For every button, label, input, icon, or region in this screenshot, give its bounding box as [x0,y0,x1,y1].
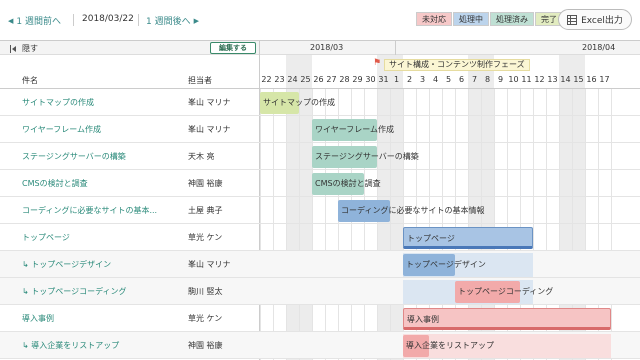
gantt-bar[interactable]: トップページデザイン [403,254,486,276]
task-link[interactable]: トップページ [22,232,70,243]
day-label: 14 [560,75,571,84]
current-date: 2018/03/22 [82,14,134,24]
day-label: 10 [508,75,519,84]
day-label: 23 [274,75,285,84]
day-label: 5 [445,75,452,84]
day-label: 4 [432,75,439,84]
gantt-header-top: 隠す 編集する 2018/03 2018/04 [0,41,640,55]
task-link[interactable]: ステージングサーバーの構築 [22,151,126,162]
task-owner: 神園 裕康 [188,179,223,188]
day-label: 16 [586,75,597,84]
divider [73,14,74,26]
day-label: 11 [521,75,532,84]
triangle-right-icon: ▶ [193,16,199,25]
day-label: 27 [326,75,337,84]
divider [395,41,396,55]
task-link[interactable]: ↳ 導入企業をリストアップ [22,340,119,351]
day-label: 25 [300,75,311,84]
task-owner: 草光 ケン [188,233,223,242]
task-owner: 神園 裕康 [188,341,223,350]
prev-week-label: 1 週間前へ [16,17,61,27]
task-owner: 草光 ケン [188,314,223,323]
task-link[interactable]: ↳ トップページデザイン [22,259,111,270]
task-link[interactable]: ワイヤーフレーム作成 [22,124,101,135]
toolbar: ◀ 1 週間前へ 2018/03/22 1 週間後へ ▶ 未対応 処理中 処理済… [0,0,640,40]
milestone-phase[interactable]: サイト構成・コンテンツ制作フェーズ [384,59,530,71]
gantt-bar[interactable]: 導入事例 [403,308,611,330]
day-label: 31 [378,75,389,84]
gantt-bar[interactable]: コーディングに必要なサイトの基本情報 [338,200,484,222]
day-label: 28 [339,75,350,84]
gantt-bar[interactable]: ステージングサーバーの構築 [312,146,419,168]
gantt-bar[interactable]: ワイヤーフレーム作成 [312,119,394,141]
gantt-bar[interactable]: トップページコーディング [455,281,553,303]
excel-export-button[interactable]: Excel出力 [558,9,632,30]
task-owner: 峯山 マリナ [188,125,231,134]
hide-columns-toggle[interactable]: 隠す [10,43,38,54]
owner-column-header: 担当者 [188,76,212,85]
triangle-left-icon: ◀ [8,16,14,25]
legend-in-progress: 処理中 [453,12,489,26]
next-week-label: 1 週間後へ [146,17,191,27]
hide-columns-label: 隠す [22,44,38,53]
task-owner: 駒川 竪太 [188,287,223,296]
gantt-bar[interactable]: サイトマップの作成 [260,92,335,114]
gantt-bar[interactable]: CMSの検討と調査 [312,173,381,195]
excel-export-label: Excel出力 [581,16,623,26]
next-week-link[interactable]: 1 週間後へ ▶ [146,14,199,28]
task-link[interactable]: ↳ トップページコーディング [22,286,127,297]
gantt-bar[interactable]: 導入企業をリストアップ [403,335,494,357]
day-label: 6 [458,75,465,84]
day-label: 30 [365,75,376,84]
day-label: 22 [261,75,272,84]
task-row: ↳ トップページデザイン 峯山 マリナ [0,251,640,278]
day-label: 7 [471,75,478,84]
gantt-header-columns: 件名 担当者 ⚑ サイト構成・コンテンツ制作フェーズ 22 23 24 25 26 27 2… [0,55,640,89]
task-link[interactable]: サイトマップの作成 [22,97,94,108]
task-row: トップページ 草光 ケン [0,224,640,251]
day-label: 26 [313,75,324,84]
day-label: 8 [484,75,491,84]
task-link[interactable]: CMSの検討と調査 [22,178,88,189]
prev-week-link[interactable]: ◀ 1 週間前へ [8,14,61,28]
task-owner: 土屋 典子 [188,206,223,215]
legend-open: 未対応 [416,12,452,26]
month-label-april: 2018/04 [582,43,616,52]
edit-button[interactable]: 編集する [210,42,256,54]
spreadsheet-icon [567,14,578,25]
divider [138,14,139,26]
day-label: 2 [406,75,413,84]
task-owner: 峯山 マリナ [188,260,231,269]
task-owner: 峯山 マリナ [188,98,231,107]
day-label: 1 [393,75,400,84]
task-owner: 天木 亮 [188,152,215,161]
gantt-bar[interactable]: トップページ [403,227,533,249]
legend-resolved: 処理済み [490,12,534,26]
day-label: 12 [534,75,545,84]
day-label: 24 [287,75,298,84]
gantt-chart: 隠す 編集する 2018/03 2018/04 件名 担当者 ⚑ サイト構成・コ… [0,40,640,360]
day-label: 13 [547,75,558,84]
day-label: 9 [497,75,504,84]
day-label: 17 [599,75,610,84]
status-legend: 未対応 処理中 処理済み 完了 [415,12,563,26]
month-label-march: 2018/03 [310,43,344,52]
flag-icon: ⚑ [373,58,382,68]
task-column-header: 件名 [22,76,38,85]
task-link[interactable]: 導入事例 [22,313,54,324]
task-row: コーディングに必要なサイトの基本... 土屋 典子 [0,197,640,224]
task-link[interactable]: コーディングに必要なサイトの基本... [22,205,157,216]
day-label: 29 [352,75,363,84]
day-label: 3 [419,75,426,84]
collapse-left-icon [10,44,16,53]
day-label: 15 [573,75,584,84]
